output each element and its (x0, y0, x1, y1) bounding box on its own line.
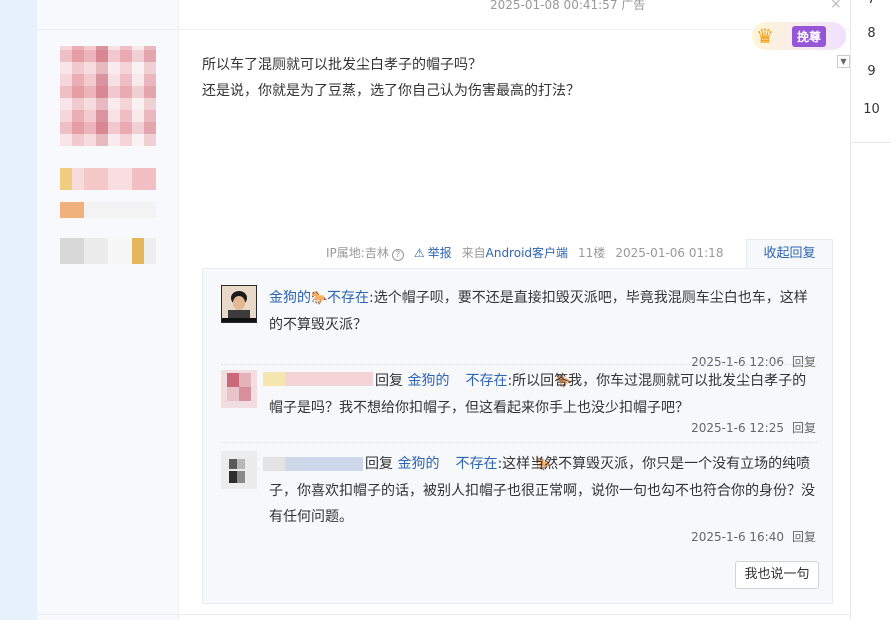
chevron-down-icon[interactable]: ▼ (837, 55, 850, 68)
ip-location: IP属地:吉林? (326, 244, 404, 261)
client-source: 来自Android客户端 (461, 246, 569, 260)
post-line: 还是说，你就是为了豆蒸，选了你自己认为伤害最高的打法？ (202, 83, 580, 99)
vip-label: 挽尊 (792, 25, 827, 47)
close-icon[interactable]: × (830, 0, 842, 12)
page-nav: 7 8 9 10 (850, 0, 891, 620)
reply-text: 回复 金狗的 🐎不存在:这样当然不算毁灭派，你只是一个没有立场的纯喷子，你喜欢扣帽… (269, 451, 817, 530)
page-number[interactable]: 9 (851, 64, 891, 79)
page-number[interactable]: 7 (851, 0, 891, 7)
reply-button[interactable]: 回复 (792, 530, 816, 544)
post-content: 所以车了混厕就可以批发尘白孝子的帽子吗？ 还是说，你就是为了豆蒸，选了你自己认为… (202, 52, 822, 104)
reply-username[interactable]: 金狗的🐎不存在 (269, 290, 369, 306)
reply-text: 回复 金狗的 🐎不存在:所以回答我，你车过混厕就可以批发尘白孝子的帽子是吗？我不想… (269, 368, 817, 421)
divider (851, 142, 891, 143)
reply-target-username[interactable]: 金狗的 🐎不存在 (407, 373, 571, 389)
floor-number: 11楼 (578, 246, 606, 260)
author-level-badge (60, 202, 156, 218)
crown-icon: ♛ (756, 24, 774, 48)
reply-button[interactable]: 回复 (792, 421, 816, 435)
avatar[interactable] (221, 285, 257, 323)
page-number[interactable]: 10 (851, 102, 891, 117)
avatar[interactable] (221, 451, 257, 489)
reply-meta: 2025-1-6 12:25 回复 (691, 419, 816, 436)
reply-body: :所以回答我，你车过混厕就可以批发尘白孝子的帽子是吗？我不想给你扣帽子，但这看起… (269, 373, 807, 416)
reply-text: 金狗的🐎不存在:选个帽子呗，要不还是直接扣毁灭派吧，毕竟我混厕车尘白也车，这样的… (269, 285, 817, 338)
reply-time: 2025-1-6 12:25 (691, 421, 784, 435)
post-footer: IP属地:吉林? ⚠ 举报 来自Android客户端 11楼 2025-01-06… (326, 244, 723, 261)
post-line: 所以车了混厕就可以批发尘白孝子的帽子吗？ (202, 57, 482, 73)
report-link[interactable]: ⚠ 举报 (414, 244, 452, 261)
author-badges (60, 238, 156, 264)
reply-meta: 2025-1-6 16:40 回复 (691, 528, 816, 545)
reply-target-username[interactable]: 金狗的 🐎不存在 (397, 456, 551, 472)
author-avatar-overlay (60, 46, 156, 146)
author-name[interactable] (60, 168, 156, 190)
divider (221, 442, 817, 443)
client-link[interactable]: Android客户端 (486, 246, 568, 260)
reply-body: :这样当然不算毁灭派，你只是一个没有立场的纯喷子，你喜欢扣帽子的话，被别人扣帽子… (269, 456, 815, 525)
collapse-replies-button[interactable]: 收起回复 (746, 239, 833, 269)
previous-post-meta: 2025-01-08 00:41:57 广告 (490, 0, 646, 12)
reply-time: 2025-1-6 12:06 (691, 355, 784, 369)
vip-badge[interactable]: ♛ 挽尊 (752, 22, 846, 50)
horse-icon: 🐎 (311, 291, 328, 306)
reply-button[interactable]: 回复 (792, 355, 816, 369)
horse-icon: 🐎 (535, 457, 552, 472)
help-icon[interactable]: ? (391, 249, 404, 261)
post-time: 2025-01-06 01:18 (615, 245, 724, 260)
divider (221, 364, 817, 365)
reply-time: 2025-1-6 16:40 (691, 530, 784, 544)
page-number[interactable]: 8 (851, 26, 891, 41)
horse-icon: 🐎 (555, 374, 572, 389)
reply-box: 金狗的🐎不存在:选个帽子呗，要不还是直接扣毁灭派吧，毕竟我混厕车尘白也车，这样的… (202, 268, 833, 604)
divider (37, 29, 850, 30)
divider (37, 614, 850, 615)
add-comment-button[interactable]: 我也说一句 (735, 561, 819, 589)
left-strip (0, 0, 37, 620)
avatar[interactable] (221, 370, 257, 408)
warning-icon: ⚠ (413, 245, 425, 260)
